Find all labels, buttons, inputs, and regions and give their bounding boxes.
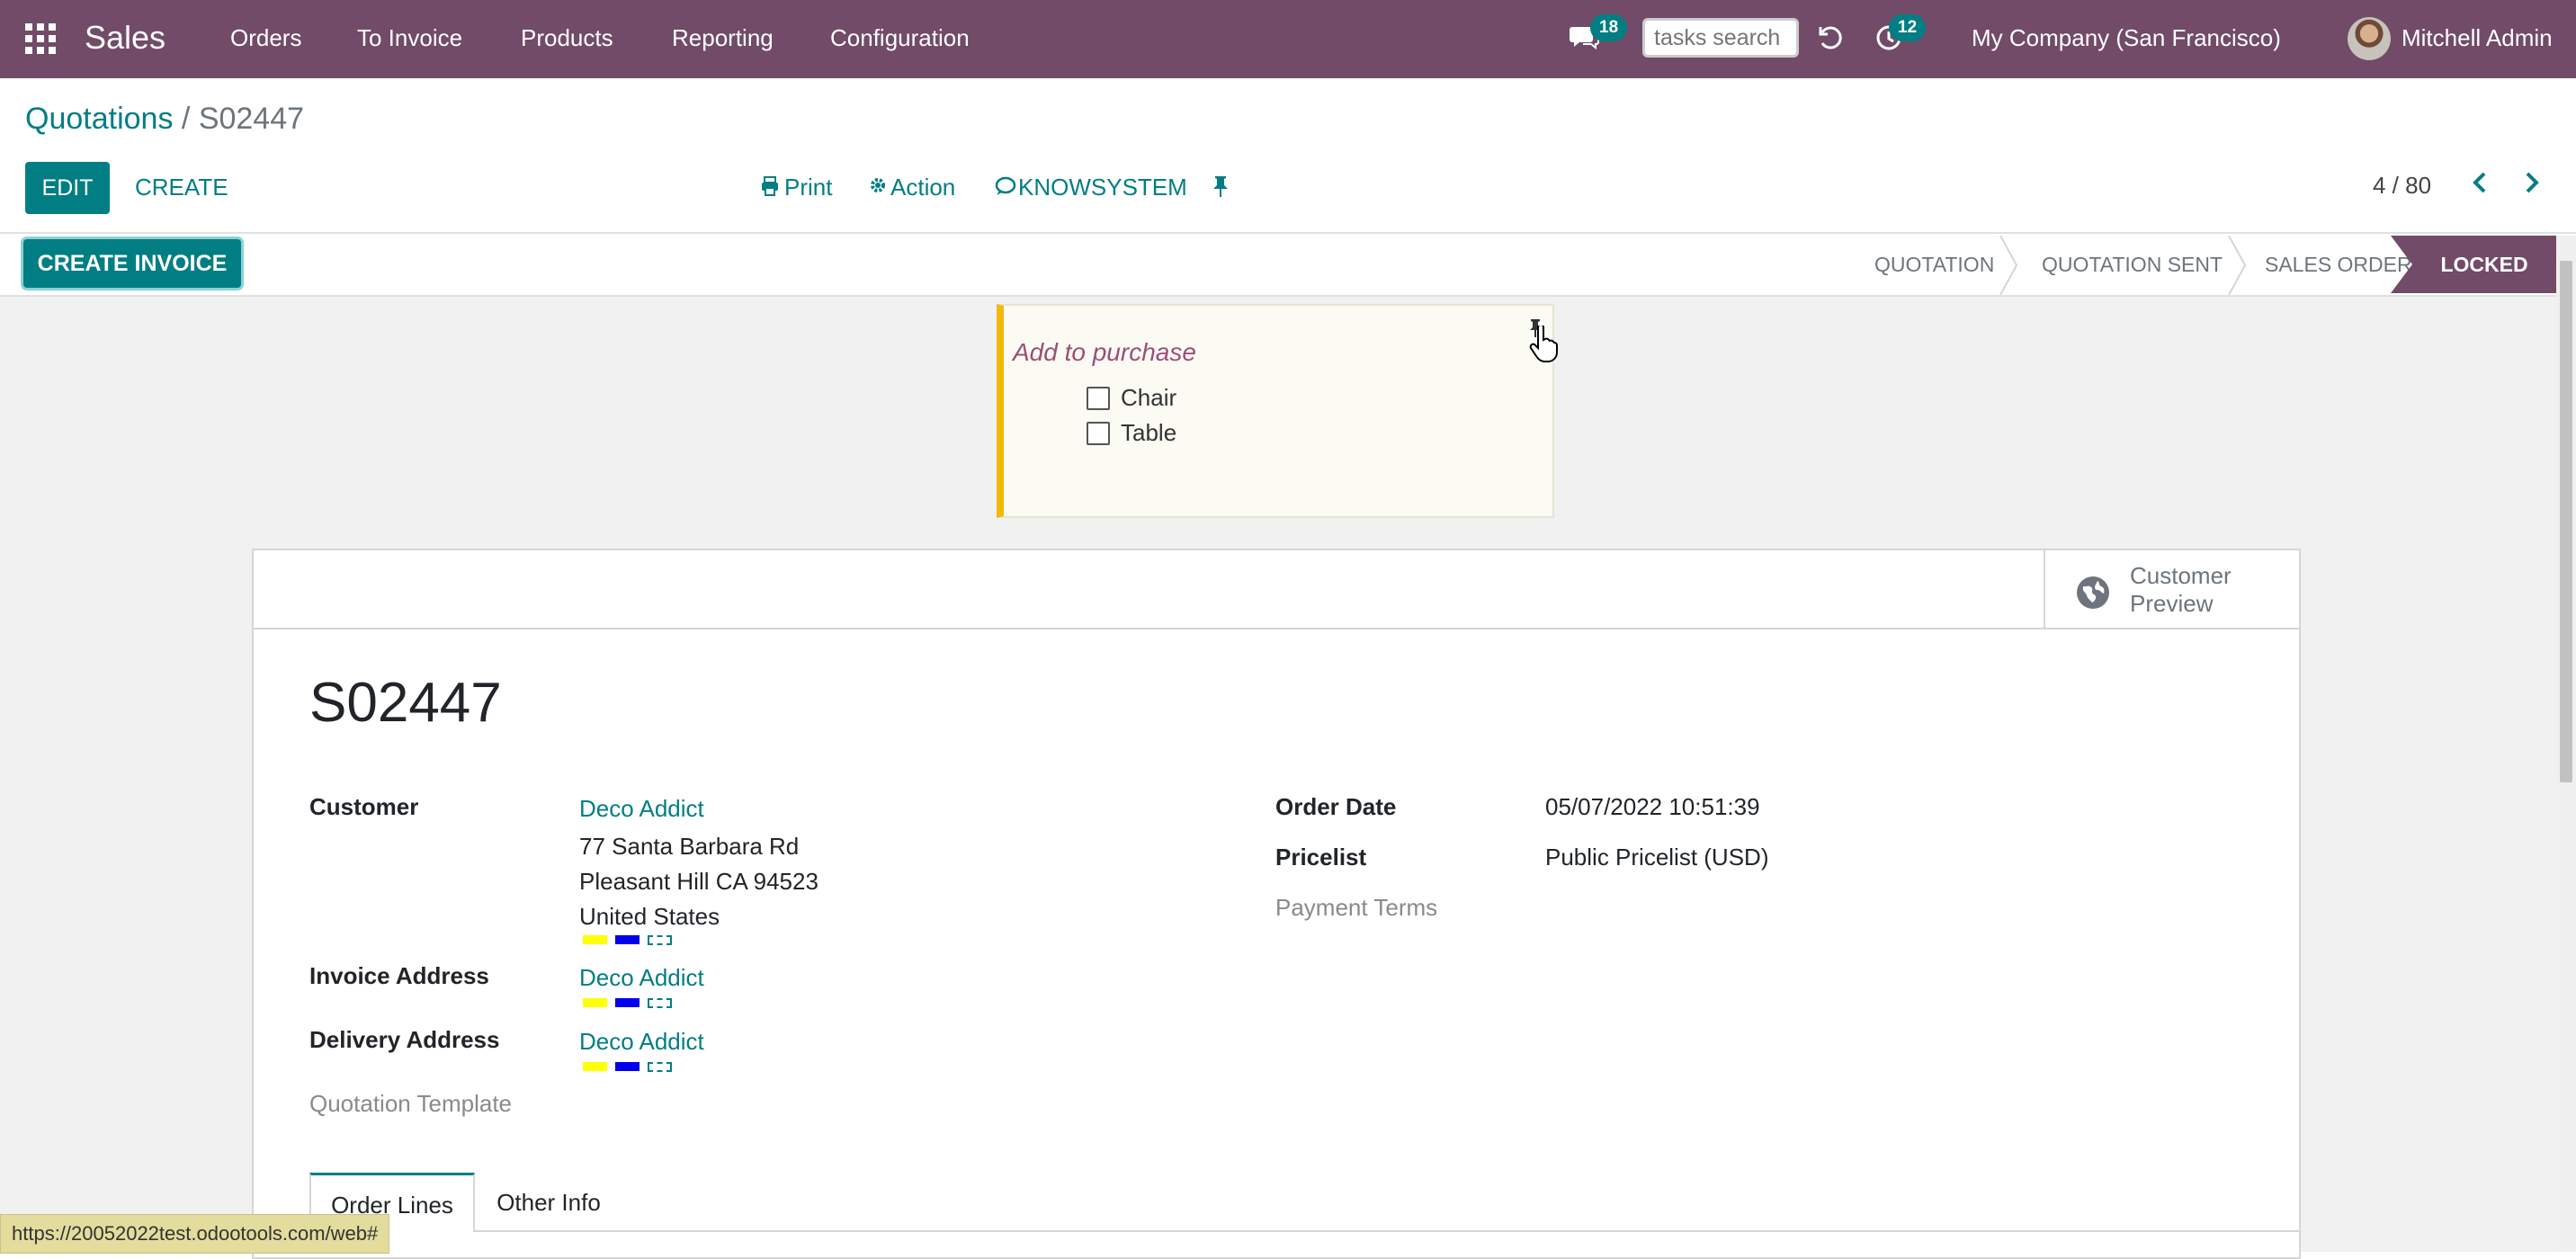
stage-locked[interactable]: LOCKED bbox=[2391, 236, 2556, 293]
order-date-label: Order Date bbox=[1275, 793, 1397, 820]
customer-address-street: 77 Santa Barbara Rd bbox=[579, 833, 800, 860]
invoice-address-link[interactable]: Deco Addict bbox=[579, 964, 704, 992]
menu-products[interactable]: Products bbox=[521, 0, 613, 78]
stage-quotation[interactable]: QUOTATION bbox=[1874, 236, 1994, 293]
create-button[interactable]: CREATE bbox=[135, 174, 228, 201]
pricelist-label: Pricelist bbox=[1275, 844, 1367, 871]
tag-yellow bbox=[583, 935, 607, 944]
breadcrumb: Quotations / S02447 bbox=[25, 102, 304, 137]
apps-menu-icon[interactable] bbox=[25, 23, 56, 54]
globe-icon bbox=[2076, 576, 2110, 614]
pricelist-value: Public Pricelist (USD) bbox=[1545, 844, 1769, 871]
customer-preview-line1: Customer bbox=[2130, 562, 2232, 589]
mouse-cursor-icon bbox=[1529, 324, 1558, 368]
knowsystem-button[interactable]: KNOWSYSTEM bbox=[1018, 174, 1187, 201]
note-title: Add to purchase bbox=[1013, 338, 1196, 366]
create-invoice-button[interactable]: CREATE INVOICE bbox=[23, 239, 241, 288]
breadcrumb-separator: / bbox=[181, 102, 191, 136]
customer-address-country: United States bbox=[579, 903, 720, 930]
delivery-address-link[interactable]: Deco Addict bbox=[579, 1028, 704, 1056]
tag-empty bbox=[648, 935, 672, 945]
app-name[interactable]: Sales bbox=[85, 0, 165, 78]
activities-badge: 12 bbox=[1889, 14, 1927, 41]
document-name: S02447 bbox=[309, 672, 502, 734]
avatar[interactable] bbox=[2348, 17, 2391, 60]
menu-reporting[interactable]: Reporting bbox=[672, 0, 774, 78]
tag-blue bbox=[615, 935, 640, 944]
gear-icon bbox=[869, 176, 887, 199]
tab-other-info[interactable]: Other Info bbox=[475, 1173, 622, 1232]
invoice-address-tags bbox=[583, 998, 680, 1009]
knowsystem-icon bbox=[995, 176, 1016, 201]
stage-quotation-sent[interactable]: QUOTATION SENT bbox=[2042, 236, 2223, 293]
pager[interactable]: 4 / 80 bbox=[2373, 172, 2431, 200]
company-switcher[interactable]: My Company (San Francisco) bbox=[1972, 0, 2281, 78]
checkbox-chair[interactable] bbox=[1087, 387, 1110, 410]
user-menu[interactable]: Mitchell Admin bbox=[2402, 0, 2553, 78]
note-item-table: Table bbox=[1121, 419, 1177, 446]
checkbox-table[interactable] bbox=[1087, 422, 1110, 445]
tag-yellow bbox=[583, 1062, 607, 1071]
order-date-value: 05/07/2022 10:51:39 bbox=[1545, 793, 1760, 820]
pager-previous-icon[interactable] bbox=[2472, 169, 2490, 202]
quotation-template-label: Quotation Template bbox=[309, 1090, 512, 1117]
refresh-icon[interactable] bbox=[1817, 23, 1846, 57]
stage-separator bbox=[1999, 236, 2018, 295]
menu-configuration[interactable]: Configuration bbox=[830, 0, 970, 78]
edit-button[interactable]: EDIT bbox=[25, 162, 110, 214]
tag-blue bbox=[615, 1062, 640, 1071]
sheet-button-box-divider bbox=[254, 628, 2299, 630]
customer-address-city: Pleasant Hill CA 94523 bbox=[579, 868, 818, 895]
breadcrumb-quotations[interactable]: Quotations bbox=[25, 102, 173, 136]
tag-yellow bbox=[583, 998, 607, 1007]
messages-badge: 18 bbox=[1590, 14, 1628, 41]
sticky-note bbox=[997, 304, 1554, 518]
control-panel-divider bbox=[0, 232, 2576, 234]
note-item-chair: Chair bbox=[1121, 384, 1177, 411]
tasks-search-input[interactable] bbox=[1642, 18, 1799, 58]
tag-empty bbox=[648, 1062, 672, 1072]
customer-tags bbox=[583, 935, 680, 946]
invoice-address-label: Invoice Address bbox=[309, 962, 489, 989]
menu-orders[interactable]: Orders bbox=[230, 0, 301, 78]
action-button[interactable]: Action bbox=[890, 174, 955, 201]
top-navbar: Sales Orders To Invoice Products Reporti… bbox=[0, 0, 2576, 78]
customer-label: Customer bbox=[309, 793, 419, 820]
delivery-address-tags bbox=[583, 1062, 680, 1073]
print-button[interactable]: Print bbox=[784, 174, 832, 201]
customer-link[interactable]: Deco Addict bbox=[579, 795, 704, 823]
tag-blue bbox=[615, 998, 640, 1007]
stage-separator bbox=[2228, 236, 2247, 295]
print-icon bbox=[761, 176, 779, 201]
breadcrumb-current: S02447 bbox=[198, 102, 305, 136]
customer-preview-line2: Preview bbox=[2130, 590, 2214, 617]
delivery-address-label: Delivery Address bbox=[309, 1026, 500, 1053]
menu-to-invoice[interactable]: To Invoice bbox=[357, 0, 462, 78]
tag-empty bbox=[648, 998, 672, 1008]
pager-next-icon[interactable] bbox=[2522, 169, 2540, 202]
browser-status-url: https://20052022test.odootools.com/web# bbox=[0, 1214, 390, 1254]
payment-terms-label: Payment Terms bbox=[1275, 894, 1438, 921]
pin-icon[interactable] bbox=[1211, 174, 1230, 202]
scrollbar-thumb[interactable] bbox=[2560, 261, 2572, 782]
